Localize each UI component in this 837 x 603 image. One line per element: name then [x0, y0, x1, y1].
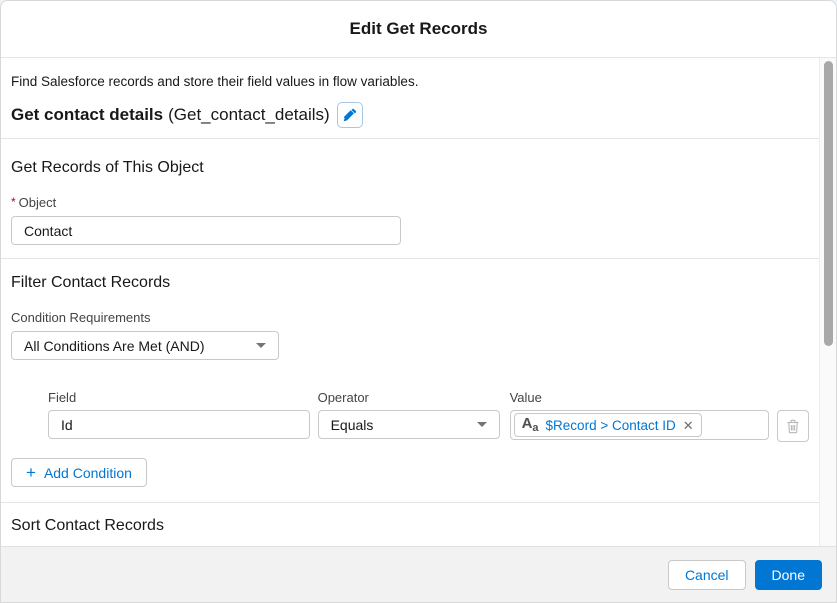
- sort-section: Sort Contact Records Sort Order: [1, 516, 819, 548]
- required-marker: *: [11, 195, 16, 209]
- pencil-icon: [343, 108, 357, 122]
- condition-requirements-value: All Conditions Are Met (AND): [24, 337, 205, 354]
- field-input[interactable]: [48, 410, 310, 439]
- element-description: Find Salesforce records and store their …: [11, 74, 419, 89]
- chevron-down-icon: [256, 343, 266, 348]
- element-name-line: Get contact details (Get_contact_details…: [11, 102, 809, 138]
- operator-value: Equals: [330, 416, 374, 433]
- condition-requirements-select[interactable]: All Conditions Are Met (AND): [11, 331, 279, 360]
- value-pill[interactable]: Aa $Record > Contact ID ✕: [513, 413, 702, 437]
- edit-get-records-dialog: Edit Get Records Find Salesforce records…: [0, 0, 837, 603]
- dialog-footer: Cancel Done: [1, 546, 836, 602]
- intro-section: Find Salesforce records and store their …: [1, 74, 819, 139]
- object-input[interactable]: [11, 216, 401, 245]
- value-pill-label: $Record > Contact ID: [545, 417, 676, 433]
- vertical-scrollbar-thumb[interactable]: [824, 61, 833, 346]
- add-condition-label: Add Condition: [43, 464, 132, 481]
- element-api-name: (Get_contact_details): [168, 105, 330, 124]
- condition-value-column: Value Aa $Record > Contact ID ✕: [509, 390, 770, 440]
- cancel-button[interactable]: Cancel: [667, 559, 746, 590]
- vertical-scrollbar-track[interactable]: [819, 58, 836, 548]
- chevron-down-icon: [476, 422, 487, 427]
- operator-select[interactable]: Equals: [317, 410, 500, 439]
- edit-name-button[interactable]: [336, 102, 363, 128]
- condition-requirements-label: Condition Requirements: [11, 310, 151, 325]
- plus-icon: +: [26, 462, 36, 482]
- dialog-header: Edit Get Records: [1, 1, 836, 58]
- condition-operator-column: Operator Equals: [317, 390, 500, 439]
- trash-icon: [786, 419, 800, 434]
- operator-label: Operator: [317, 390, 369, 405]
- condition-row: Field Operator Equals Value Aa $Re: [48, 391, 809, 442]
- filter-section-heading: Filter Contact Records: [11, 274, 171, 291]
- remove-value-icon[interactable]: ✕: [683, 419, 694, 432]
- text-type-icon: Aa: [521, 415, 539, 434]
- condition-field-column: Field: [48, 391, 310, 439]
- delete-condition-button[interactable]: [777, 410, 809, 442]
- dialog-body: Find Salesforce records and store their …: [1, 58, 819, 548]
- object-section: Get Records of This Object * Object: [1, 158, 819, 259]
- object-section-heading: Get Records of This Object: [11, 159, 204, 176]
- value-label: Value: [509, 390, 542, 405]
- field-label: Field: [48, 390, 77, 405]
- filter-section: Filter Contact Records Condition Require…: [1, 273, 819, 503]
- dialog-title: Edit Get Records: [349, 19, 488, 38]
- sort-section-heading: Sort Contact Records: [11, 517, 164, 534]
- element-label: Get contact details: [11, 105, 164, 124]
- object-field-label: * Object: [11, 195, 57, 210]
- add-condition-button[interactable]: + Add Condition: [11, 458, 147, 487]
- value-input[interactable]: Aa $Record > Contact ID ✕: [509, 410, 770, 440]
- done-button[interactable]: Done: [754, 559, 822, 590]
